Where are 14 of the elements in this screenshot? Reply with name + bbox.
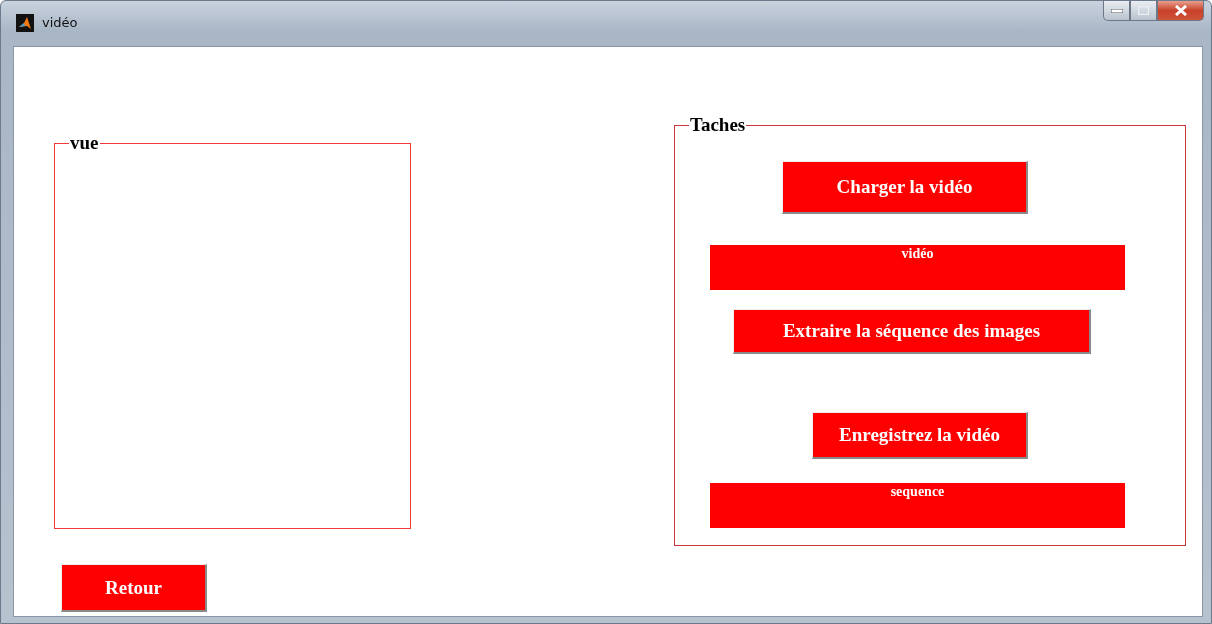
minimize-button[interactable]: [1103, 1, 1130, 21]
task-button[interactable]: Enregistrez la vidéo: [812, 412, 1028, 459]
window-title: vidéo: [42, 14, 78, 32]
minimize-icon: [1110, 8, 1123, 13]
close-button[interactable]: [1157, 1, 1204, 21]
app-icon: [16, 14, 34, 32]
back-button[interactable]: Retour: [61, 564, 207, 612]
maximize-button[interactable]: [1130, 1, 1157, 21]
task-button[interactable]: Charger la vidéo: [782, 161, 1028, 214]
status-label: sequence: [710, 483, 1125, 528]
close-icon: [1174, 5, 1187, 16]
maximize-icon: [1138, 6, 1149, 15]
task-button[interactable]: Extraire la séquence des images: [733, 309, 1091, 354]
status-label: vidéo: [710, 245, 1125, 290]
